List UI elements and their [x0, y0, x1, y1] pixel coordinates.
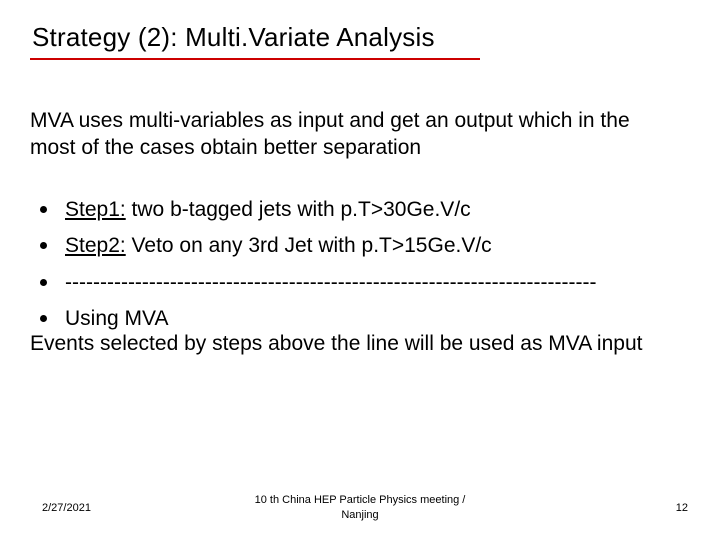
list-item-text: ----------------------------------------… — [65, 269, 596, 297]
step-label: Step2: — [65, 234, 126, 257]
step-label: Step1: — [65, 198, 126, 221]
list-item-text: Step2: Veto on any 3rd Jet with p.T>15Ge… — [65, 232, 492, 260]
bullet-icon — [40, 315, 47, 322]
slide: Strategy (2): Multi.Variate Analysis MVA… — [0, 0, 720, 540]
tail-paragraph: Events selected by steps above the line … — [30, 330, 680, 358]
slide-title: Strategy (2): Multi.Variate Analysis — [32, 22, 435, 53]
using-mva-text: Using MVA — [65, 307, 168, 330]
footer-center: 10 th China HEP Particle Physics meeting… — [0, 493, 720, 522]
bullet-icon — [40, 279, 47, 286]
tail-text: Events selected by steps above the line … — [30, 332, 642, 355]
bullet-icon — [40, 206, 47, 213]
list-item: ----------------------------------------… — [30, 269, 690, 297]
step-rest: Veto on any 3rd Jet with p.T>15Ge.V/c — [126, 234, 492, 257]
list-item: Step1: two b-tagged jets with p.T>30Ge.V… — [30, 196, 690, 224]
footer-center-line2: Nanjing — [341, 509, 378, 521]
title-underline — [30, 58, 480, 60]
footer-page-number: 12 — [676, 502, 688, 514]
list-item-text: Step1: two b-tagged jets with p.T>30Ge.V… — [65, 196, 471, 224]
list-item: Step2: Veto on any 3rd Jet with p.T>15Ge… — [30, 232, 690, 260]
intro-paragraph: MVA uses multi-variables as input and ge… — [30, 108, 680, 162]
step-rest: two b-tagged jets with p.T>30Ge.V/c — [126, 198, 471, 221]
footer-center-line1: 10 th China HEP Particle Physics meeting… — [255, 494, 466, 506]
bullet-icon — [40, 242, 47, 249]
bullet-list: Step1: two b-tagged jets with p.T>30Ge.V… — [30, 196, 690, 341]
separator-text: ----------------------------------------… — [65, 271, 596, 294]
